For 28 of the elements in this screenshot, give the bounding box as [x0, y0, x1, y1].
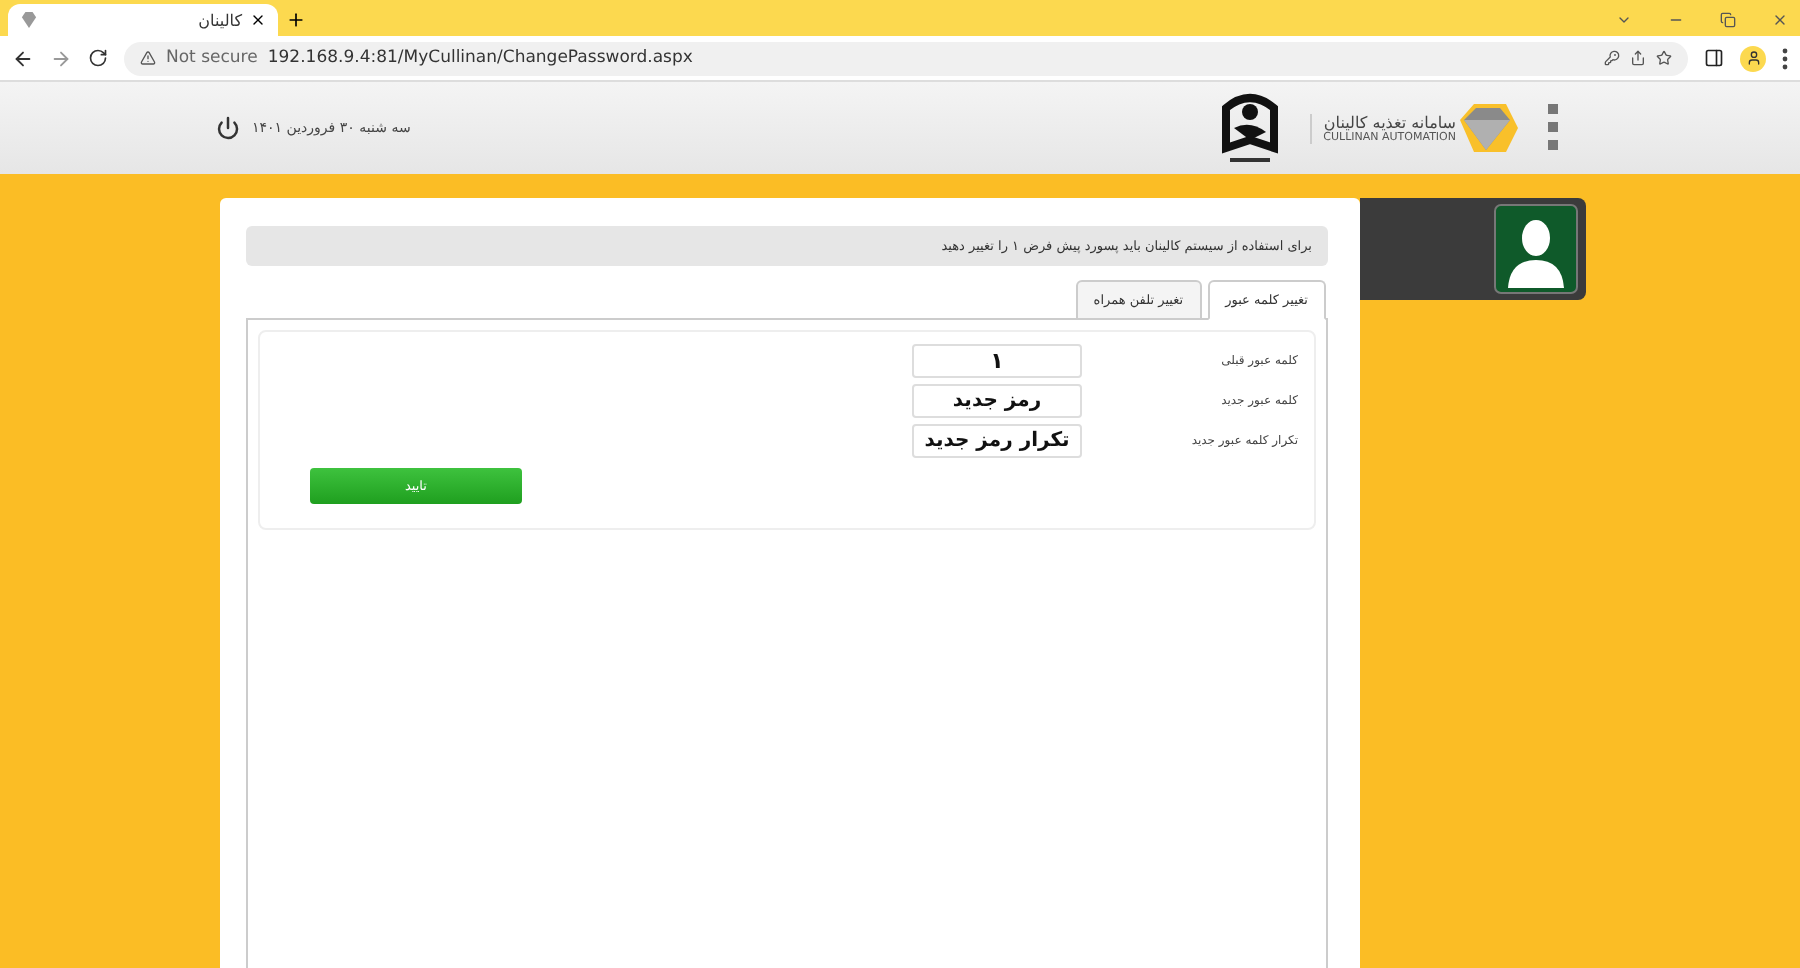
password-field[interactable]: ۱: [912, 344, 1082, 378]
key-icon[interactable]: [1604, 50, 1620, 66]
new-tab-icon[interactable]: [286, 10, 306, 30]
url-text: 192.168.9.4:81/MyCullinan/ChangePassword.aspx: [267, 48, 693, 68]
diamond-icon: [20, 12, 38, 28]
avatar-icon: [1494, 204, 1578, 294]
chevron-down-icon[interactable]: [1616, 12, 1632, 28]
back-icon[interactable]: [12, 47, 34, 69]
security-label: Not secure: [166, 48, 258, 68]
power-icon[interactable]: [216, 116, 240, 140]
diamond-logo-icon: [1456, 98, 1520, 158]
brand-title: سامانه تغذیه کالینان: [1323, 113, 1456, 131]
share-icon[interactable]: [1630, 50, 1646, 66]
password-field[interactable]: رمز جدید: [912, 384, 1082, 418]
close-icon[interactable]: [250, 12, 266, 28]
address-bar[interactable]: Not secure 192.168.9.4:81/MyCullinan/ChangePassword.aspx: [124, 41, 1688, 75]
tab-title: کالینان: [198, 11, 242, 29]
warning-icon: [140, 50, 156, 66]
forward-icon[interactable]: [50, 47, 72, 69]
profile-icon[interactable]: [1740, 45, 1766, 71]
browser-tab[interactable]: کالینان: [8, 4, 278, 36]
password-field[interactable]: تکرار رمز جدید: [912, 424, 1082, 458]
star-icon[interactable]: [1656, 50, 1672, 66]
side-panel-icon[interactable]: [1704, 48, 1724, 68]
kebab-menu-icon[interactable]: [1548, 104, 1558, 152]
reload-icon[interactable]: [88, 48, 108, 68]
menu-icon[interactable]: [1782, 47, 1788, 69]
restore-icon[interactable]: [1720, 12, 1736, 28]
